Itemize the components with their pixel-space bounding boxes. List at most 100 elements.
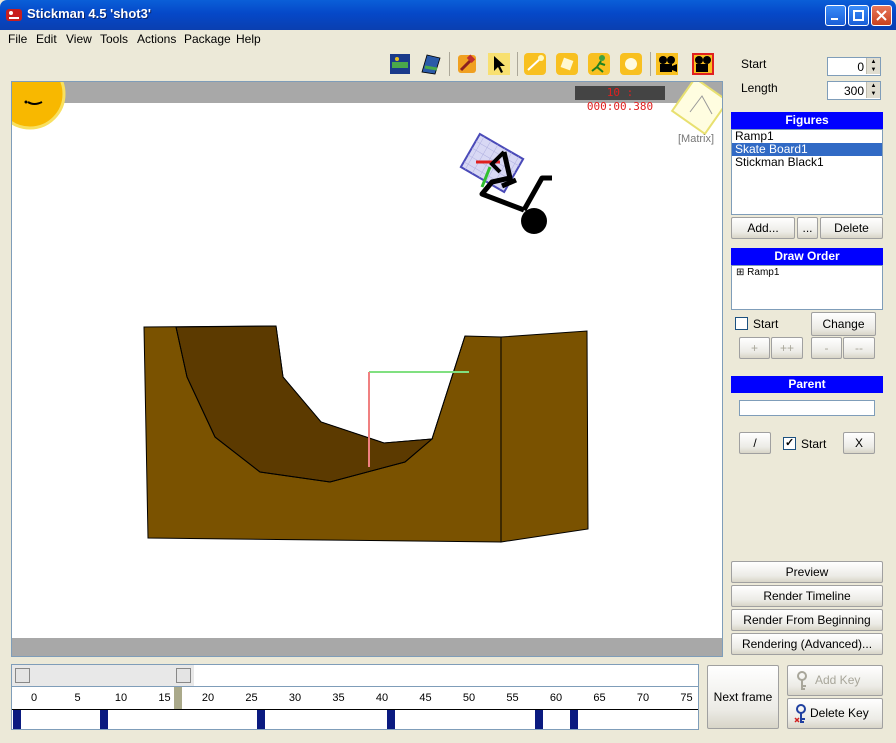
draw-order-list[interactable]: ⊞ Ramp1 (731, 265, 883, 310)
scene-canvas[interactable]: 10 : 000:00.380 [Matrix] (11, 81, 723, 657)
rendering-advanced-button[interactable]: Rendering (Advanced)... (731, 633, 883, 655)
render-timeline-button[interactable]: Render Timeline (731, 585, 883, 607)
figure-library-icon[interactable] (388, 52, 412, 76)
draw-order-header: Draw Order (731, 248, 883, 265)
next-frame-button[interactable]: Next frame (707, 665, 779, 729)
keyframe-marker[interactable] (256, 710, 265, 729)
minimize-button[interactable] (825, 5, 846, 26)
timeline-tick-label: 10 (114, 692, 128, 704)
timeline-tick-label: 45 (419, 692, 432, 704)
figures-list[interactable]: Ramp1 Skate Board1 Stickman Black1 (731, 129, 883, 215)
timeline-tick-label: 65 (593, 692, 606, 704)
delete-figure-button[interactable]: Delete (820, 217, 883, 239)
maximize-button[interactable] (848, 5, 869, 26)
spin-down-icon[interactable]: ▼ (866, 90, 880, 98)
figure-more-button[interactable]: ... (797, 217, 818, 239)
menu-bar: File Edit View Tools Actions Package Hel… (0, 30, 896, 48)
timeline-range-end-handle[interactable] (176, 668, 191, 683)
close-icon (876, 10, 887, 21)
draw-order-item-label: Ramp1 (747, 267, 780, 278)
window-title: Stickman 4.5 'shot3' (27, 6, 151, 21)
light-move-icon[interactable] (523, 52, 547, 76)
draw-order-start-checkbox[interactable] (735, 317, 748, 330)
toolbar-separator (650, 52, 651, 76)
length-value: 300 (843, 84, 864, 98)
timeline-tick-label: 25 (245, 692, 258, 704)
order-minus-button[interactable]: - (811, 337, 842, 359)
checkmark-icon: ✓ (785, 437, 795, 449)
delete-key-button[interactable]: Delete Key (787, 698, 883, 729)
keyframe-marker[interactable] (387, 710, 396, 729)
menu-tools[interactable]: Tools (100, 32, 128, 46)
camera-record-icon[interactable] (691, 52, 715, 76)
stickman-pose-icon[interactable] (587, 52, 611, 76)
keyframe-marker[interactable] (569, 710, 578, 729)
order-plusplus-button[interactable]: ++ (771, 337, 803, 359)
spin-up-icon[interactable]: ▲ (866, 82, 880, 90)
light-bulb-icon[interactable] (619, 52, 643, 76)
spin-down-icon[interactable]: ▼ (866, 66, 880, 74)
timeline[interactable]: 0 5 10 15 20 25 30 35 40 45 50 55 60 65 70 75 (11, 664, 699, 730)
preview-button[interactable]: Preview (731, 561, 883, 583)
figure-item-stickman[interactable]: Stickman Black1 (732, 156, 882, 169)
ramp-figure[interactable] (143, 325, 589, 543)
order-minusminus-button[interactable]: -- (843, 337, 875, 359)
keyframe-row[interactable] (12, 709, 698, 729)
stickman-app-icon (6, 9, 22, 21)
pointer-icon[interactable] (487, 52, 511, 76)
order-plus-button[interactable]: + (739, 337, 770, 359)
toolbar-separator (449, 52, 450, 76)
change-button[interactable]: Change (811, 312, 876, 336)
stickman-figure[interactable] (459, 132, 552, 234)
timeline-tick-label: 55 (506, 692, 519, 704)
start-spinner[interactable]: 0 ▲ ▼ (827, 57, 881, 76)
draw-order-start-label: Start (753, 317, 779, 331)
timeline-tick-label: 70 (636, 692, 650, 704)
start-label: Start (741, 57, 767, 71)
menu-view[interactable]: View (66, 32, 92, 46)
timeline-tick-label: 20 (201, 692, 215, 704)
menu-package[interactable]: Package (184, 32, 231, 46)
maximize-icon (853, 10, 864, 21)
render-from-beginning-button[interactable]: Render From Beginning (731, 609, 883, 631)
package-icon[interactable] (419, 52, 443, 76)
camera-icon[interactable] (655, 52, 679, 76)
timeline-tick-label: 75 (680, 692, 693, 704)
menu-file[interactable]: File (8, 32, 27, 46)
title-bar: Stickman 4.5 'shot3' (0, 0, 896, 30)
delete-key-icon (794, 704, 806, 723)
delete-key-label: Delete Key (810, 706, 869, 720)
timeline-tick-label: 35 (332, 692, 345, 704)
parent-clear-button[interactable]: X (843, 432, 875, 454)
expand-icon[interactable]: ⊞ (736, 267, 744, 278)
add-key-button[interactable]: Add Key (787, 665, 883, 696)
menu-edit[interactable]: Edit (36, 32, 57, 46)
menu-actions[interactable]: Actions (137, 32, 176, 46)
toolbar-separator (517, 52, 518, 76)
start-value: 0 (857, 60, 864, 74)
keyframe-marker[interactable] (100, 710, 108, 729)
draw-order-item-ramp[interactable]: ⊞ Ramp1 (732, 266, 882, 279)
timeline-range-start-handle[interactable] (15, 668, 30, 683)
hammer-icon[interactable] (455, 52, 479, 76)
menu-help[interactable]: Help (236, 32, 261, 46)
sun-light-icon[interactable] (12, 82, 66, 130)
add-figure-button[interactable]: Add... (731, 217, 795, 239)
close-button[interactable] (871, 5, 892, 26)
key-icon (797, 671, 807, 690)
matrix-widget-icon[interactable] (670, 82, 722, 136)
parent-start-label: Start (801, 437, 827, 451)
timeline-visible-range[interactable] (12, 665, 194, 686)
timeline-scroll-track[interactable] (12, 665, 698, 687)
length-label: Length (741, 81, 778, 95)
length-spinner[interactable]: 300 ▲ ▼ (827, 81, 881, 100)
parent-start-checkbox[interactable]: ✓ (783, 437, 796, 450)
parent-field[interactable] (739, 400, 875, 416)
timeline-tick-label: 5 (74, 692, 81, 704)
rotate-icon[interactable] (555, 52, 579, 76)
timeline-tick-label: 30 (288, 692, 302, 704)
keyframe-marker[interactable] (535, 710, 543, 729)
spin-up-icon[interactable]: ▲ (866, 58, 880, 66)
keyframe-marker[interactable] (13, 710, 21, 729)
parent-set-button[interactable]: / (739, 432, 771, 454)
